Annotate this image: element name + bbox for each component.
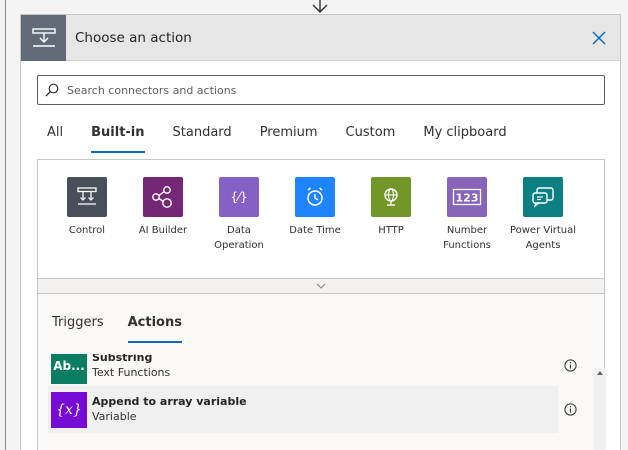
control-icon [67, 177, 107, 217]
connector-http[interactable]: HTTP [353, 177, 429, 278]
chevron-down-icon [316, 283, 326, 289]
search-box [37, 75, 605, 105]
info-icon[interactable] [564, 359, 577, 372]
choose-action-card: Choose an action All Built-in Standard P… [20, 14, 621, 450]
expand-connectors-button[interactable] [37, 278, 605, 294]
connector-date-time[interactable]: Date Time [277, 177, 353, 278]
actions-list: Ab... Substring Text Functions {x} Appen [48, 354, 594, 450]
close-button[interactable] [588, 27, 610, 49]
svg-text:123: 123 [456, 192, 479, 205]
chat-bot-icon [523, 177, 563, 217]
action-subtitle: Text Functions [92, 366, 171, 379]
globe-icon [371, 177, 411, 217]
action-title: Substring [92, 354, 153, 364]
scroll-up-icon[interactable] [597, 371, 603, 375]
page-title: Choose an action [75, 29, 192, 46]
tab-my-clipboard[interactable]: My clipboard [423, 123, 506, 153]
actions-scrollbar[interactable] [594, 368, 606, 450]
tab-all[interactable]: All [47, 123, 63, 153]
connector-label: Control [68, 225, 106, 236]
connector-label: HTTP [378, 225, 404, 236]
connector-grid: Control AI Builder {⁄} Data Operation Da… [37, 159, 605, 278]
connector-ai-builder[interactable]: AI Builder [125, 177, 201, 278]
search-input[interactable] [67, 83, 604, 97]
number-123-icon: 123 [447, 177, 487, 217]
tab-triggers[interactable]: Triggers [52, 314, 104, 343]
text-functions-icon: Ab... [51, 354, 87, 384]
tab-actions[interactable]: Actions [127, 314, 183, 343]
tab-built-in[interactable]: Built-in [91, 123, 145, 153]
variable-icon: {x} [51, 391, 87, 428]
connector-control[interactable]: Control [49, 177, 125, 278]
flow-arrow-down-icon [312, 0, 328, 13]
clock-icon [295, 177, 335, 217]
list-item[interactable]: Ab... Substring Text Functions [48, 354, 577, 389]
list-item[interactable]: {x} Append to array variable Variable [48, 386, 577, 433]
connector-label: AI Builder [138, 225, 188, 236]
info-icon[interactable] [564, 403, 577, 416]
card-header: Choose an action [21, 14, 620, 61]
data-operation-icon: {⁄} [219, 177, 259, 217]
connector-label: Date Time [289, 225, 341, 236]
actions-panel: Triggers Actions Ab... Substring Text Fu… [37, 294, 606, 450]
connector-data-operation[interactable]: {⁄} Data Operation [201, 177, 277, 278]
connector-label: Data Operation [214, 225, 264, 251]
connector-number-functions[interactable]: 123 Number Functions [429, 177, 505, 278]
connector-category-tabs: All Built-in Standard Premium Custom My … [47, 123, 535, 153]
tab-standard[interactable]: Standard [173, 123, 232, 153]
close-icon [592, 30, 606, 45]
trigger-action-tabs: Triggers Actions [52, 314, 206, 343]
tab-premium[interactable]: Premium [260, 123, 318, 153]
connector-power-virtual-agents[interactable]: Power Virtual Agents [505, 177, 581, 278]
connector-label: Number Functions [443, 225, 491, 251]
step-icon [21, 14, 66, 61]
tab-custom[interactable]: Custom [346, 123, 396, 153]
action-title: Append to array variable [92, 395, 247, 408]
connector-label: Power Virtual Agents [509, 225, 577, 251]
svg-text:{⁄}: {⁄} [230, 190, 247, 204]
ai-builder-icon [143, 177, 183, 217]
search-icon [45, 83, 59, 97]
action-subtitle: Variable [92, 410, 137, 423]
flow-connector-line [5, 0, 6, 450]
